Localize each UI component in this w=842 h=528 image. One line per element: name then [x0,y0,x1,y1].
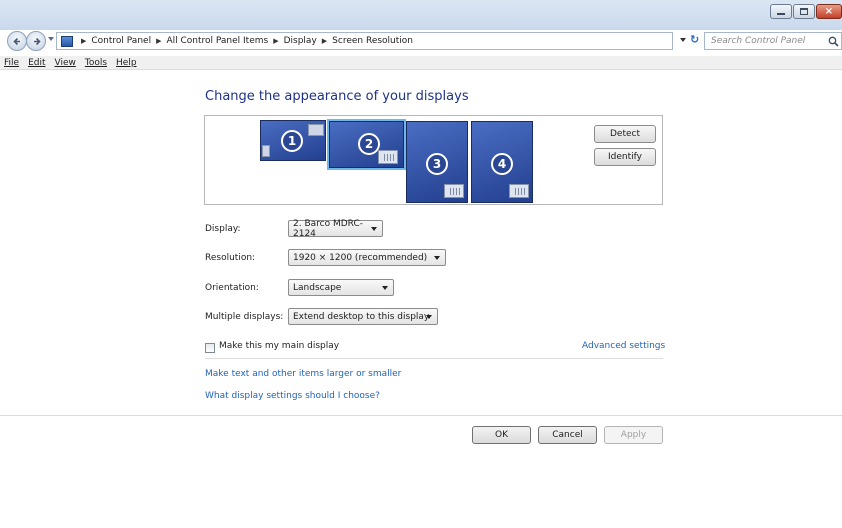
orientation-select[interactable]: Landscape [288,279,394,296]
ok-button[interactable]: OK [472,426,531,444]
menu-file[interactable]: File [4,58,19,68]
monitor-number: 1 [281,130,303,152]
resolution-select-value: 1920 × 1200 (recommended) [293,252,428,263]
menu-help[interactable]: Help [116,58,137,68]
forward-button[interactable] [26,31,46,51]
chevron-down-icon [434,256,440,260]
window-controls: × [769,4,842,19]
title-bar: × [0,0,842,30]
breadcrumb-control-panel[interactable]: Control Panel [91,36,151,46]
resolution-label: Resolution: [205,253,256,263]
search-input[interactable]: Search Control Panel [704,32,842,50]
menu-tools[interactable]: Tools [85,58,107,68]
menu-view-label: View [54,57,76,68]
chevron-right-icon[interactable]: ▶ [273,37,278,45]
search-placeholder: Search Control Panel [711,36,806,46]
menu-file-label: File [4,57,20,68]
divider [205,358,663,359]
address-dropdown-icon[interactable] [680,38,686,42]
chevron-down-icon [426,315,432,319]
recent-pages-icon[interactable] [48,37,54,41]
advanced-settings-link[interactable]: Advanced settings [582,341,665,351]
breadcrumb-display[interactable]: Display [284,36,317,46]
menu-edit[interactable]: Edit [28,58,45,68]
monitor-arrangement-panel: 1 2 3 4 Detect Identify [204,115,663,205]
minimize-icon [777,13,785,15]
display-select[interactable]: 2. Barco MDRC-2124 [288,218,383,239]
menu-help-label: Help [116,57,137,68]
chevron-down-icon [382,286,388,290]
monitor-4[interactable]: 4 [471,121,533,203]
display-help-link[interactable]: What display settings should I choose? [205,391,380,401]
maximize-icon [800,8,808,15]
menu-edit-label: Edit [28,57,46,68]
desktop-icon [308,124,324,136]
orientation-select-value: Landscape [293,282,342,293]
apply-button[interactable]: Apply [604,426,663,444]
chevron-right-icon[interactable]: ▶ [156,37,161,45]
monitor-number: 4 [491,153,513,175]
resolution-select[interactable]: 1920 × 1200 (recommended) [288,249,446,266]
cancel-button[interactable]: Cancel [538,426,597,444]
desktop-icon [262,145,270,157]
display-select-value: 2. Barco MDRC-2124 [293,218,363,239]
breadcrumb-screen-resolution[interactable]: Screen Resolution [332,36,413,46]
detect-button[interactable]: Detect [594,125,656,143]
identify-button[interactable]: Identify [594,148,656,166]
address-bar[interactable]: ▶ Control Panel ▶ All Control Panel Item… [56,32,673,50]
menu-view[interactable]: View [55,58,76,68]
main-display-checkbox[interactable] [205,343,215,353]
divider [0,415,842,416]
monitor-number: 3 [426,153,448,175]
taskbar-icon [378,150,398,164]
monitor-2[interactable]: 2 [327,119,406,170]
control-panel-icon [61,35,73,47]
minimize-button[interactable] [770,4,792,19]
main-display-label[interactable]: Make this my main display [219,341,339,351]
chevron-right-icon[interactable]: ▶ [322,37,327,45]
arrow-right-icon [34,37,41,46]
orientation-label: Orientation: [205,283,259,293]
monitor-number: 2 [358,133,380,155]
display-label: Display: [205,224,241,234]
maximize-button[interactable] [793,4,815,19]
taskbar-icon [509,184,529,198]
refresh-icon[interactable]: ↻ [690,33,699,46]
back-button[interactable] [7,31,27,51]
text-size-link[interactable]: Make text and other items larger or smal… [205,369,401,379]
menu-bar: File Edit View Tools Help [0,56,842,70]
page-title: Change the appearance of your displays [205,89,469,104]
multiple-displays-select-value: Extend desktop to this display [293,311,430,322]
monitor-3[interactable]: 3 [406,121,468,203]
monitor-1[interactable]: 1 [260,120,326,161]
taskbar-icon [444,184,464,198]
close-button[interactable]: × [816,4,842,19]
multiple-displays-label: Multiple displays: [205,312,284,322]
chevron-down-icon [371,227,377,231]
menu-tools-label: Tools [84,57,108,68]
breadcrumb-all-items[interactable]: All Control Panel Items [166,36,268,46]
close-icon: × [824,5,834,17]
arrow-left-icon [13,37,20,46]
chevron-right-icon[interactable]: ▶ [81,37,86,45]
main-content: Change the appearance of your displays 1… [0,71,842,528]
multiple-displays-select[interactable]: Extend desktop to this display [288,308,438,325]
search-icon[interactable] [828,36,839,47]
